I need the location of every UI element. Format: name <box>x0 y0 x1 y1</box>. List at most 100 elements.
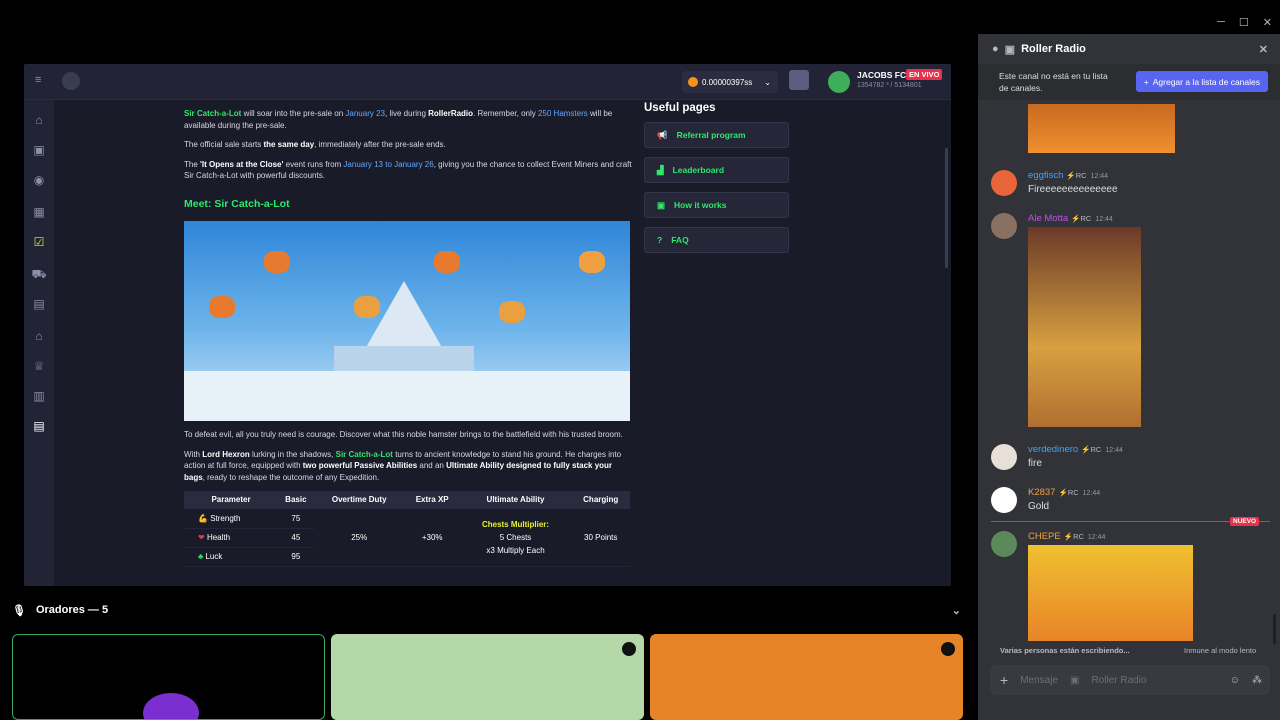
menu-icon[interactable]: ≡ <box>35 74 41 86</box>
window-controls: ─ ☐ ✕ <box>1217 16 1272 29</box>
factory-icon[interactable]: ▥ <box>31 388 47 404</box>
close-icon[interactable]: ✕ <box>1259 43 1268 56</box>
shield-icon <box>622 642 636 656</box>
tasks-icon[interactable]: ☑ <box>31 234 47 250</box>
referral-link[interactable]: 📢 Referral program <box>644 122 789 148</box>
add-channel-button[interactable]: + Agregar a la lista de canales <box>1135 71 1268 92</box>
table-header: Overtime Duty <box>313 491 405 509</box>
gamepad-icon[interactable]: ▣ <box>31 142 47 158</box>
username: verdedinero <box>1028 444 1079 455</box>
speakers-label: Oradores — 5 <box>35 604 109 616</box>
maximize-icon[interactable]: ☐ <box>1239 16 1249 29</box>
role-tag: ⚡RC <box>1066 171 1087 180</box>
clover-icon: ♣ <box>198 551 204 561</box>
timestamp: 12:44 <box>1090 173 1109 180</box>
scrollbar[interactable] <box>945 148 948 268</box>
table-row: 💪 Strength 75 25% +30% Chests Multiplier… <box>184 509 630 567</box>
chat-header: ● ▣ Roller Radio ✕ <box>978 34 1280 64</box>
speakers-bar[interactable]: 🎙 Oradores — 5 ⌄ <box>0 598 975 622</box>
plus-icon: + <box>1143 76 1149 87</box>
calendar-icon[interactable]: ▦ <box>31 204 47 220</box>
avatar[interactable] <box>991 170 1017 196</box>
message-author[interactable]: K2837 ⚡RC 12:44 <box>1028 487 1100 498</box>
paragraph-presale: Sir Catch-a-Lot will soar into the pre-s… <box>184 109 613 130</box>
close-window-icon[interactable]: ✕ <box>1263 16 1272 29</box>
message-author[interactable]: eggfisch ⚡RC 12:44 <box>1028 170 1108 181</box>
title-bar: ─ ☐ ✕ <box>0 0 1280 34</box>
link-label: Leaderboard <box>672 165 725 175</box>
ultimate-line: 5 Chests <box>499 532 532 542</box>
chevron-down-icon[interactable]: ⌄ <box>952 604 961 617</box>
speaker-tile[interactable] <box>12 634 325 720</box>
message-text: Fireeeeeeeeeeeeee <box>1028 184 1118 195</box>
user-stats: 1354782 ³ / 5134801 <box>857 82 922 89</box>
channel-notice: Este canal no está en tu lista de canale… <box>978 64 1280 100</box>
avatar[interactable] <box>991 444 1017 470</box>
table-header: Ultimate Ability <box>459 491 572 509</box>
chat-panel: ● ▣ Roller Radio ✕ Este canal no está en… <box>978 34 1280 720</box>
charging-value: 30 Points <box>571 509 630 567</box>
paragraph-sale: The official sale starts the same day, i… <box>184 140 446 149</box>
article: Sir Catch-a-Lot will soar into the pre-s… <box>184 108 632 586</box>
username: K2837 <box>1028 487 1056 498</box>
message-author[interactable]: verdedinero ⚡RC 12:44 <box>1028 444 1123 455</box>
microphone-icon: 🎙 <box>12 604 26 617</box>
message-composer[interactable]: + Mensaje ▣ Roller Radio ☺ ⁂ <box>990 665 1270 695</box>
table-header: Extra XP <box>404 491 460 509</box>
shield-icon <box>941 642 955 656</box>
avatar[interactable] <box>828 71 850 93</box>
bank-icon[interactable]: ⌂ <box>31 328 47 344</box>
channel-name: Roller Radio <box>1021 43 1086 55</box>
stats-table: Parameter Basic Overtime Duty Extra XP U… <box>184 491 630 567</box>
avatar[interactable] <box>991 213 1017 239</box>
avatar[interactable] <box>991 487 1017 513</box>
gif-image <box>1028 227 1141 427</box>
user-icon[interactable]: ◉ <box>31 172 47 188</box>
trophy-icon[interactable]: ♕ <box>31 358 47 374</box>
heart-icon: ❤ <box>198 532 205 542</box>
avatar[interactable] <box>991 531 1017 557</box>
emoji-icon[interactable]: ☺ <box>1230 675 1240 686</box>
avatar <box>143 693 199 719</box>
username: eggfisch <box>1028 170 1064 181</box>
home-icon[interactable]: ⌂ <box>31 112 47 128</box>
cart-icon[interactable]: ⛟ <box>31 266 47 282</box>
message-author[interactable]: Ale Motta ⚡RC 12:44 <box>1028 213 1113 224</box>
wallet-button[interactable] <box>789 70 809 90</box>
table-header: Charging <box>571 491 630 509</box>
message-author[interactable]: CHEPE ⚡RC 12:44 <box>1028 531 1105 542</box>
slowmode-notice: Inmune al modo lento <box>1184 646 1257 655</box>
ultimate-cell: Chests Multiplier: 5 Chests x3 Multiply Ea… <box>459 509 572 567</box>
live-badge: EN VIVO <box>906 69 943 80</box>
chat-scrollbar[interactable] <box>1273 614 1276 644</box>
wallet-balance: 0.00000397ss <box>702 77 753 87</box>
speaker-tile[interactable] <box>650 634 963 720</box>
table-header: Parameter <box>184 491 279 509</box>
param-name: Luck <box>205 551 223 561</box>
leaderboard-link[interactable]: ▟ Leaderboard <box>644 157 789 183</box>
news-icon[interactable]: ▤ <box>31 418 47 434</box>
ultimate-title: Chests Multiplier: <box>481 519 550 529</box>
useful-pages: Useful pages 📢 Referral program ▟ Leaderbo… <box>644 102 789 262</box>
site-header: ≡ 0.00000397ss ⌄ JACOBS FC EN VIVO 13547… <box>24 64 951 100</box>
plus-icon[interactable]: + <box>1000 672 1008 688</box>
role-tag: ⚡RC <box>1081 445 1102 454</box>
question-icon: ? <box>657 235 663 245</box>
how-it-works-link[interactable]: ▣ How it works <box>644 192 789 218</box>
apps-icon[interactable]: ⁂ <box>1252 675 1262 686</box>
section-heading: Meet: Sir Catch-a-Lot <box>184 197 290 210</box>
wallet-selector[interactable]: 0.00000397ss ⌄ <box>682 71 778 93</box>
logo-icon[interactable] <box>62 72 80 90</box>
link-label: Referral program <box>676 130 746 140</box>
add-channel-label: Agregar a la lista de canales <box>1152 76 1260 87</box>
ultimate-line: x3 Multiply Each <box>486 545 545 555</box>
param-name: Health <box>206 532 231 542</box>
speaker-tile[interactable] <box>331 634 644 720</box>
timestamp: 12:44 <box>1105 447 1123 454</box>
link-label: How it works <box>674 200 727 210</box>
store-icon[interactable]: ▤ <box>31 296 47 312</box>
param-value: 95 <box>278 547 314 567</box>
shared-screen-browser: ≡ 0.00000397ss ⌄ JACOBS FC EN VIVO 13547… <box>24 64 951 586</box>
minimize-icon[interactable]: ─ <box>1217 16 1225 29</box>
faq-link[interactable]: ? FAQ <box>644 227 789 253</box>
